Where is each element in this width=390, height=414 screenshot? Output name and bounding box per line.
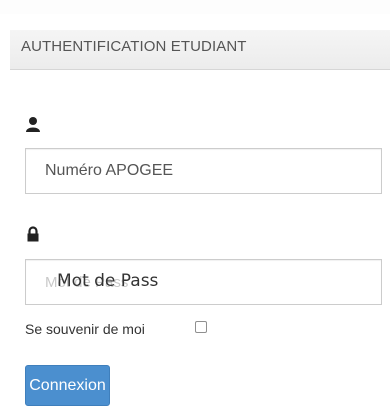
remember-label: Se souvenir de moi [25,321,145,337]
panel-title: AUTHENTIFICATION ETUDIANT [21,38,247,55]
remember-checkbox[interactable] [195,321,207,333]
connexion-button[interactable]: Connexion [25,365,110,406]
apogee-value: Numéro APOGEE [45,162,174,179]
panel-heading: AUTHENTIFICATION ETUDIANT [10,30,390,70]
user-icon [25,116,41,132]
apogee-field[interactable]: Numéro APOGEE [25,148,382,194]
password-value: Mot de Pass [57,271,159,291]
lock-icon [25,226,41,242]
top-strip [0,0,390,14]
password-field[interactable]: Mot de Pass Mot de Pass [25,259,382,305]
